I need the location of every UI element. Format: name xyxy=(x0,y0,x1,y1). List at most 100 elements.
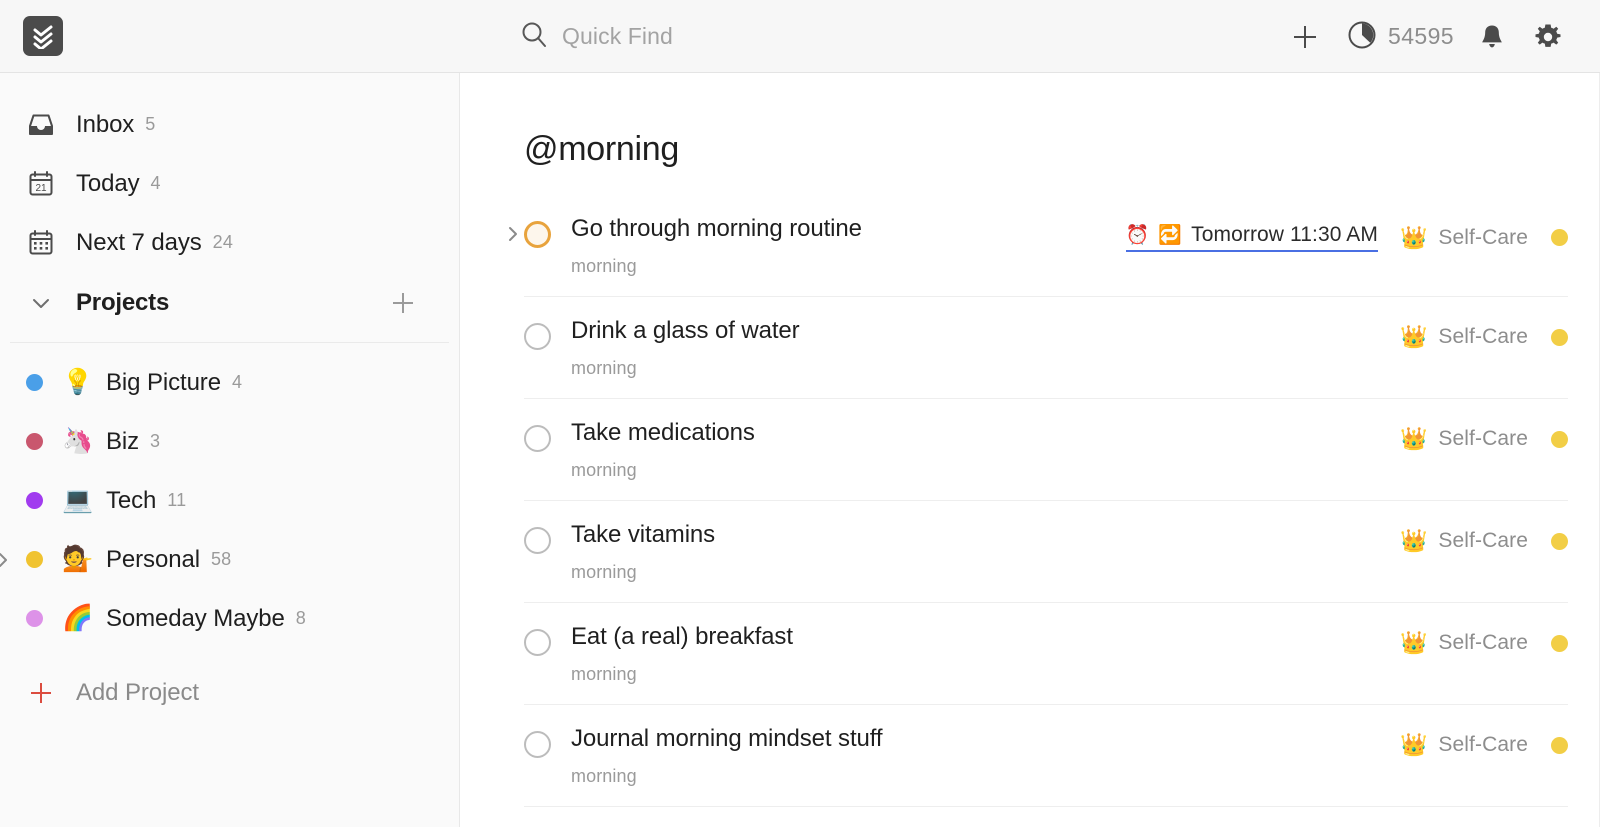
project-color-dot xyxy=(26,492,43,509)
task-row[interactable]: Take medications morning 👑 Self-Care xyxy=(524,399,1568,501)
task-sublabel: morning xyxy=(571,459,637,480)
task-project-dot xyxy=(1551,736,1568,754)
bell-icon xyxy=(1482,25,1502,47)
sidebar-project-tech[interactable]: 💻 Tech 11 xyxy=(0,471,459,530)
sidebar-item-label: Next 7 days xyxy=(76,228,202,256)
task-sublabel: morning xyxy=(571,561,637,582)
task-list: Go through morning routine morning ⏰ 🔁 T… xyxy=(509,195,1568,807)
task-project-label: Self-Care xyxy=(1438,631,1528,654)
task-title[interactable]: Eat (a real) breakfast xyxy=(571,623,1400,651)
task-body: Take medications morning xyxy=(571,419,1400,481)
task-title[interactable]: Take vitamins xyxy=(571,521,1400,549)
todoist-logo[interactable] xyxy=(23,16,63,56)
task-checkbox[interactable] xyxy=(524,323,551,350)
quick-find[interactable] xyxy=(520,0,882,73)
search-input[interactable] xyxy=(562,23,882,50)
chevron-right-icon[interactable] xyxy=(502,223,524,245)
project-count: 8 xyxy=(295,608,307,628)
task-due-date[interactable]: ⏰ 🔁 Tomorrow 11:30 AM xyxy=(1125,223,1378,252)
plus-icon xyxy=(26,679,56,707)
app-body: Inbox 5 21 Today 4 Next 7 days 24 Projec… xyxy=(0,73,1600,827)
calendar-week-icon xyxy=(26,229,56,257)
karma-button[interactable]: 54595 xyxy=(1333,20,1464,53)
sidebar-divider xyxy=(10,342,449,343)
task-body: Take vitamins morning xyxy=(571,521,1400,583)
chevron-down-icon[interactable] xyxy=(26,290,56,316)
task-sublabel: morning xyxy=(571,255,637,276)
sidebar-item-count: 4 xyxy=(150,173,161,193)
task-project-tag[interactable]: 👑 Self-Care xyxy=(1400,631,1568,655)
task-title[interactable]: Drink a glass of water xyxy=(571,317,1400,345)
task-checkbox[interactable] xyxy=(524,221,551,248)
sidebar-project-biz[interactable]: 🦄 Biz 3 xyxy=(0,412,459,471)
task-project-label: Self-Care xyxy=(1438,325,1528,348)
add-project-label: Add Project xyxy=(76,678,199,706)
svg-text:21: 21 xyxy=(35,183,47,194)
task-row[interactable]: Go through morning routine morning ⏰ 🔁 T… xyxy=(509,195,1568,297)
task-project-label: Self-Care xyxy=(1438,427,1528,450)
task-body: Journal morning mindset stuff morning xyxy=(571,725,1400,787)
crown-icon: 👑 xyxy=(1399,630,1428,655)
task-project-tag[interactable]: 👑 Self-Care xyxy=(1400,325,1568,349)
plus-icon xyxy=(1294,25,1317,48)
task-title[interactable]: Journal morning mindset stuff xyxy=(571,725,1400,753)
sidebar-item-today[interactable]: 21 Today 4 xyxy=(0,154,459,213)
task-row[interactable]: Take vitamins morning 👑 Self-Care xyxy=(524,501,1568,603)
settings-button[interactable] xyxy=(1520,9,1576,65)
project-color-dot xyxy=(26,610,43,627)
header-actions: 54595 xyxy=(1277,0,1576,73)
karma-pie-icon xyxy=(1347,20,1377,53)
project-emoji: 💁 xyxy=(62,545,94,573)
sidebar-project-big-picture[interactable]: 💡 Big Picture 4 xyxy=(0,353,459,412)
project-name: Personal xyxy=(106,545,200,573)
task-checkbox[interactable] xyxy=(524,527,551,554)
project-emoji: 💻 xyxy=(62,486,94,514)
chevron-right-icon[interactable] xyxy=(0,549,14,571)
add-project-inline-button[interactable] xyxy=(389,289,417,317)
projects-section-header[interactable]: Projects xyxy=(0,272,459,334)
task-meta: 👑 Self-Care xyxy=(1400,325,1568,349)
task-title[interactable]: Take medications xyxy=(571,419,1400,447)
project-count: 58 xyxy=(210,549,232,569)
sidebar-item-inbox[interactable]: Inbox 5 xyxy=(0,95,459,154)
sidebar-item-count: 24 xyxy=(212,232,234,252)
add-task-button[interactable] xyxy=(1277,9,1333,65)
add-project-button[interactable]: Add Project xyxy=(0,663,459,722)
task-project-tag[interactable]: 👑 Self-Care xyxy=(1400,226,1568,250)
project-count: 4 xyxy=(231,372,243,392)
project-emoji: 🌈 xyxy=(62,604,94,632)
task-meta: 👑 Self-Care xyxy=(1400,427,1568,451)
task-body: Drink a glass of water morning xyxy=(571,317,1400,379)
sidebar-project-someday-maybe[interactable]: 🌈 Someday Maybe 8 xyxy=(0,589,459,648)
project-name: Biz xyxy=(106,427,140,455)
task-title[interactable]: Go through morning routine xyxy=(571,215,1126,243)
task-project-tag[interactable]: 👑 Self-Care xyxy=(1400,733,1568,757)
crown-icon: 👑 xyxy=(1399,732,1428,757)
project-count: 3 xyxy=(150,431,161,451)
project-name: Big Picture xyxy=(106,368,221,396)
task-project-dot xyxy=(1551,532,1568,550)
task-checkbox[interactable] xyxy=(524,731,551,758)
task-body: Eat (a real) breakfast morning xyxy=(571,623,1400,685)
projects-section-title: Projects xyxy=(76,289,170,316)
task-project-tag[interactable]: 👑 Self-Care xyxy=(1400,427,1568,451)
task-checkbox[interactable] xyxy=(524,629,551,656)
task-project-label: Self-Care xyxy=(1438,733,1528,756)
sidebar: Inbox 5 21 Today 4 Next 7 days 24 Projec… xyxy=(0,73,460,827)
gear-icon xyxy=(1535,24,1561,47)
task-row[interactable]: Journal morning mindset stuff morning 👑 … xyxy=(524,705,1568,807)
karma-value: 54595 xyxy=(1388,23,1454,49)
task-row[interactable]: Drink a glass of water morning 👑 Self-Ca… xyxy=(524,297,1568,399)
sidebar-project-personal[interactable]: 💁 Personal 58 xyxy=(0,530,459,589)
calendar-day-icon: 21 xyxy=(26,170,56,198)
task-row[interactable]: Eat (a real) breakfast morning 👑 Self-Ca… xyxy=(524,603,1568,705)
crown-icon: 👑 xyxy=(1399,324,1428,349)
sidebar-item-next-7-days[interactable]: Next 7 days 24 xyxy=(0,213,459,272)
task-project-tag[interactable]: 👑 Self-Care xyxy=(1400,529,1568,553)
alarm-clock-icon: ⏰ xyxy=(1125,224,1150,246)
task-checkbox[interactable] xyxy=(524,425,551,452)
notifications-button[interactable] xyxy=(1464,9,1520,65)
project-color-dot xyxy=(26,433,43,450)
task-sublabel: morning xyxy=(571,357,637,378)
page-title: @morning xyxy=(524,130,679,168)
